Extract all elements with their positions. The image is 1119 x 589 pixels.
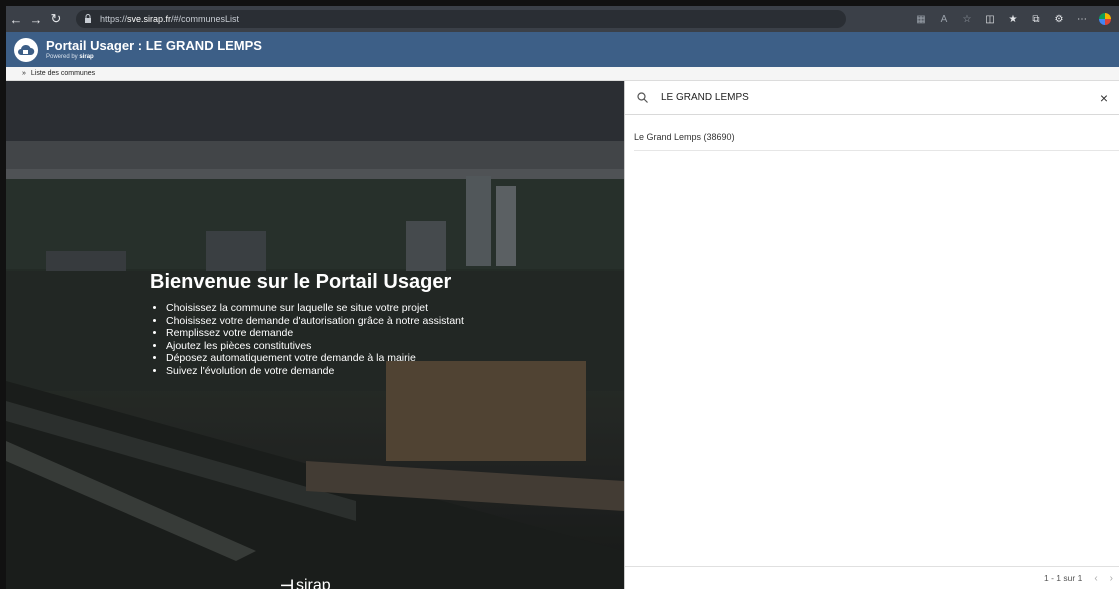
hero-title: Bienvenue sur le Portail Usager bbox=[150, 271, 452, 293]
pagination-range: 1 - 1 sur 1 bbox=[1044, 573, 1083, 583]
close-icon[interactable]: × bbox=[1097, 90, 1111, 106]
hero-content: Bienvenue sur le Portail Usager Choisiss… bbox=[150, 271, 464, 377]
url-prefix: https:// bbox=[100, 14, 128, 24]
search-input[interactable] bbox=[659, 91, 1083, 104]
chevron-left-icon[interactable]: ‹ bbox=[1094, 573, 1097, 584]
sirap-logo: ⊣ sirap bbox=[280, 576, 331, 589]
search-bar: × bbox=[625, 81, 1119, 115]
more-icon[interactable]: ⋯ bbox=[1076, 13, 1088, 25]
list-item: Suivez l'évolution de votre demande bbox=[166, 365, 464, 378]
list-item: Remplissez votre demande bbox=[166, 327, 464, 340]
list-item: Ajoutez les pièces constitutives bbox=[166, 340, 464, 353]
forward-icon[interactable]: → bbox=[26, 12, 46, 27]
read-aloud-icon[interactable]: A bbox=[938, 13, 950, 25]
chevron-right-icon[interactable]: › bbox=[1110, 573, 1113, 584]
search-icon bbox=[637, 92, 651, 103]
favorites-icon[interactable]: ★ bbox=[1007, 13, 1019, 25]
sirap-mark-icon: ⊣ bbox=[280, 578, 294, 589]
split-screen-icon[interactable]: ◫ bbox=[984, 13, 996, 25]
chevron-right-icon: » bbox=[22, 70, 26, 77]
url-path: /#/communesList bbox=[171, 14, 240, 24]
breadcrumb: » Liste des communes bbox=[6, 67, 1119, 81]
app-header: Portail Usager : LE GRAND LEMPS Powered … bbox=[6, 32, 1119, 67]
profile-icon[interactable] bbox=[1099, 13, 1111, 25]
extensions-icon[interactable]: ⚙ bbox=[1053, 13, 1065, 25]
app-window: ← → ↻ https://sve.sirap.fr/#/communesLis… bbox=[6, 6, 1119, 589]
url-host: sve.sirap.fr bbox=[127, 14, 172, 24]
lock-icon bbox=[84, 13, 92, 25]
pagination: 1 - 1 sur 1 ‹ › bbox=[625, 566, 1119, 589]
breadcrumb-item[interactable]: Liste des communes bbox=[31, 70, 95, 77]
powered-prefix: Powered by bbox=[46, 54, 78, 60]
powered-brand: sirap bbox=[79, 54, 94, 60]
browser-toolbar: ← → ↻ https://sve.sirap.fr/#/communesLis… bbox=[6, 6, 1119, 32]
address-bar[interactable]: https://sve.sirap.fr/#/communesList bbox=[76, 10, 846, 28]
collections-icon[interactable]: ⧉ bbox=[1030, 13, 1042, 25]
results-list: Le Grand Lemps (38690) bbox=[634, 125, 1119, 151]
list-item: Choisissez la commune sur laquelle se si… bbox=[166, 302, 464, 315]
steps-list: Choisissez la commune sur laquelle se si… bbox=[150, 302, 464, 377]
refresh-icon[interactable]: ↻ bbox=[46, 11, 66, 27]
powered-by: Powered by sirap bbox=[46, 53, 262, 61]
apps-icon[interactable]: ▦ bbox=[915, 13, 927, 25]
hero-banner: Bienvenue sur le Portail Usager Choisiss… bbox=[6, 81, 624, 589]
sirap-logo-text: sirap bbox=[295, 577, 331, 589]
list-item[interactable]: Le Grand Lemps (38690) bbox=[634, 125, 1119, 151]
list-item: Choisissez votre demande d'autorisation … bbox=[166, 315, 464, 328]
back-icon[interactable]: ← bbox=[6, 12, 26, 27]
page-title: Portail Usager : LE GRAND LEMPS bbox=[46, 38, 262, 53]
favorite-star-icon[interactable]: ☆ bbox=[961, 13, 973, 25]
list-item: Déposez automatiquement votre demande à … bbox=[166, 352, 464, 365]
cloud-logo-icon[interactable] bbox=[14, 37, 38, 62]
commune-search-panel: × Le Grand Lemps (38690) 1 - 1 sur 1 ‹ › bbox=[624, 81, 1119, 589]
